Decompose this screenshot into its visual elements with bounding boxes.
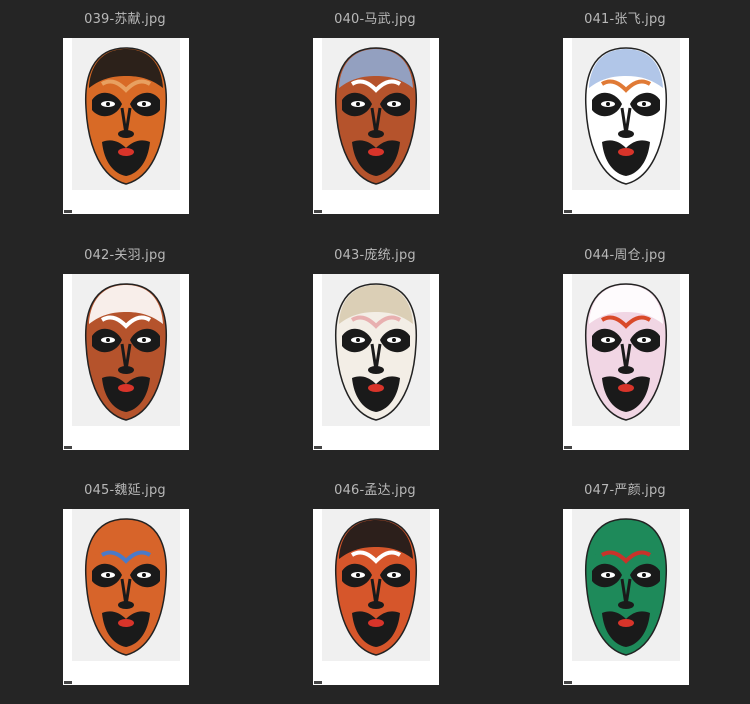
file-name-label[interactable]: 041-张飞.jpg — [500, 8, 750, 27]
mask-thumbnail[interactable] — [313, 274, 439, 450]
watermark-mark — [564, 446, 572, 449]
opera-mask-image — [84, 283, 168, 421]
file-name-label[interactable]: 047-严颜.jpg — [500, 479, 750, 498]
mask-thumbnail[interactable] — [563, 38, 689, 214]
opera-mask-image — [334, 283, 418, 421]
file-name-label[interactable]: 040-马武.jpg — [250, 8, 500, 27]
file-item-043[interactable]: 043-庞统.jpg — [250, 236, 500, 469]
file-item-039[interactable]: 039-苏献.jpg — [0, 0, 250, 233]
watermark-mark — [314, 446, 322, 449]
mask-thumbnail[interactable] — [563, 509, 689, 685]
file-name-label[interactable]: 045-魏延.jpg — [0, 479, 250, 498]
opera-mask-image — [84, 518, 168, 656]
mask-thumbnail[interactable] — [313, 509, 439, 685]
mask-thumbnail[interactable] — [63, 38, 189, 214]
watermark-mark — [314, 681, 322, 684]
opera-mask-image — [334, 47, 418, 185]
file-name-label[interactable]: 039-苏献.jpg — [0, 8, 250, 27]
file-name-label[interactable]: 046-孟达.jpg — [250, 479, 500, 498]
file-item-041[interactable]: 041-张飞.jpg — [500, 0, 750, 233]
file-item-044[interactable]: 044-周仓.jpg — [500, 236, 750, 469]
mask-thumbnail[interactable] — [313, 38, 439, 214]
watermark-mark — [64, 446, 72, 449]
file-item-040[interactable]: 040-马武.jpg — [250, 0, 500, 233]
watermark-mark — [564, 210, 572, 213]
file-name-label[interactable]: 042-关羽.jpg — [0, 244, 250, 263]
watermark-mark — [314, 210, 322, 213]
mask-thumbnail[interactable] — [63, 509, 189, 685]
file-name-label[interactable]: 043-庞统.jpg — [250, 244, 500, 263]
opera-mask-image — [584, 518, 668, 656]
file-item-045[interactable]: 045-魏延.jpg — [0, 471, 250, 704]
file-item-046[interactable]: 046-孟达.jpg — [250, 471, 500, 704]
opera-mask-image — [334, 518, 418, 656]
file-grid: { "files": [ {"name": "039-苏献.jpg", "fac… — [0, 0, 750, 700]
opera-mask-image — [584, 47, 668, 185]
mask-thumbnail[interactable] — [63, 274, 189, 450]
mask-thumbnail[interactable] — [563, 274, 689, 450]
watermark-mark — [64, 210, 72, 213]
file-item-047[interactable]: 047-严颜.jpg — [500, 471, 750, 704]
watermark-mark — [564, 681, 572, 684]
file-name-label[interactable]: 044-周仓.jpg — [500, 244, 750, 263]
watermark-mark — [64, 681, 72, 684]
file-item-042[interactable]: 042-关羽.jpg — [0, 236, 250, 469]
opera-mask-image — [584, 283, 668, 421]
opera-mask-image — [84, 47, 168, 185]
